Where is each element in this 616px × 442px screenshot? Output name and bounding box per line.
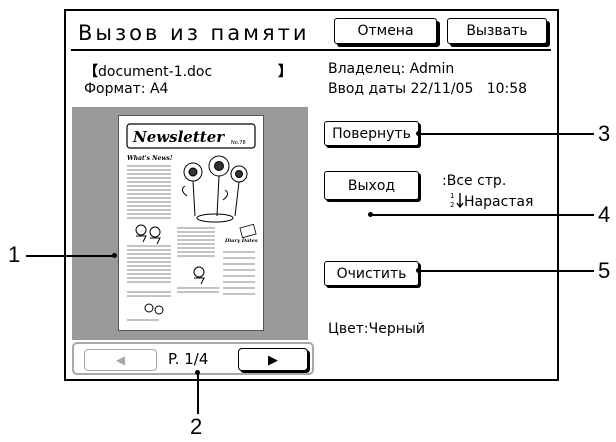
ascending-order-icon: 1 2 — [450, 192, 464, 209]
exit-order-row: 1 2 Нарастая — [450, 191, 533, 210]
page-indicator: P. 1/4 — [168, 350, 209, 368]
screen-title: Вызов из памяти — [78, 21, 310, 45]
callout-5-dot — [416, 268, 421, 273]
document-name: document-1.doc — [98, 64, 213, 80]
time-value: 10:58 — [486, 81, 528, 97]
newsletter-issue: No.78 — [231, 140, 246, 146]
previous-page-button[interactable]: ◀ — [84, 349, 157, 371]
bracket-left: 【 — [84, 64, 98, 80]
callout-3-dot — [416, 131, 421, 136]
recall-screen: Вызов из памяти Отмена Вызвать 【document… — [64, 9, 559, 381]
document-owner: Владелец: Admin — [328, 61, 455, 77]
date-label: Ввод даты — [328, 81, 407, 97]
date-value: 22/11/05 — [410, 81, 474, 97]
callout-4-label: 4 — [598, 202, 611, 227]
callout-4-dot — [368, 212, 373, 217]
document-format: Формат: A4 — [84, 81, 169, 97]
color-info: Цвет:Черный — [328, 321, 426, 337]
title-divider — [71, 49, 551, 51]
callout-5-label: 5 — [598, 258, 611, 283]
callout-2-label: 2 — [190, 414, 203, 439]
section-diary-dates: Diary Dates — [224, 238, 258, 244]
clear-button[interactable]: Очистить — [324, 261, 419, 286]
exit-order: Нарастая — [464, 194, 534, 210]
svg-text:1: 1 — [450, 192, 454, 200]
callout-1-dot — [112, 253, 117, 258]
preview-area: Newsletter No.78 What's News! Diary Date… — [72, 107, 308, 340]
callout-2-line — [197, 372, 199, 414]
exit-button[interactable]: Выход — [324, 171, 419, 200]
recall-button[interactable]: Вызвать — [447, 18, 547, 44]
svg-text:2: 2 — [450, 201, 454, 209]
callout-4-line — [370, 214, 594, 216]
exit-pages-setting: :Все стр. — [442, 173, 507, 189]
triangle-right-icon: ▶ — [268, 351, 278, 367]
newsletter-title: Newsletter — [132, 128, 225, 146]
callout-1-line — [26, 255, 114, 257]
callout-5-line — [418, 270, 594, 272]
section-whats-news: What's News! — [127, 155, 173, 162]
page-navigator: ◀ P. 1/4 ▶ — [72, 342, 314, 375]
callout-3-label: 3 — [598, 121, 611, 146]
rotate-button[interactable]: Повернуть — [324, 121, 419, 146]
cancel-button[interactable]: Отмена — [334, 18, 437, 44]
page-thumbnail: Newsletter No.78 What's News! Diary Date… — [118, 115, 264, 331]
next-page-button[interactable]: ▶ — [238, 348, 308, 371]
triangle-left-icon: ◀ — [115, 353, 126, 367]
callout-1-label: 1 — [8, 242, 21, 267]
newsletter-page-image: Newsletter No.78 What's News! Diary Date… — [126, 123, 258, 321]
document-name-row: 【document-1.doc — [84, 61, 212, 81]
callout-3-line — [418, 133, 594, 135]
document-date-row: Ввод даты 22/11/05 10:58 — [328, 81, 527, 97]
callout-2-dot — [195, 370, 200, 375]
bracket-right: 】 — [278, 64, 292, 80]
